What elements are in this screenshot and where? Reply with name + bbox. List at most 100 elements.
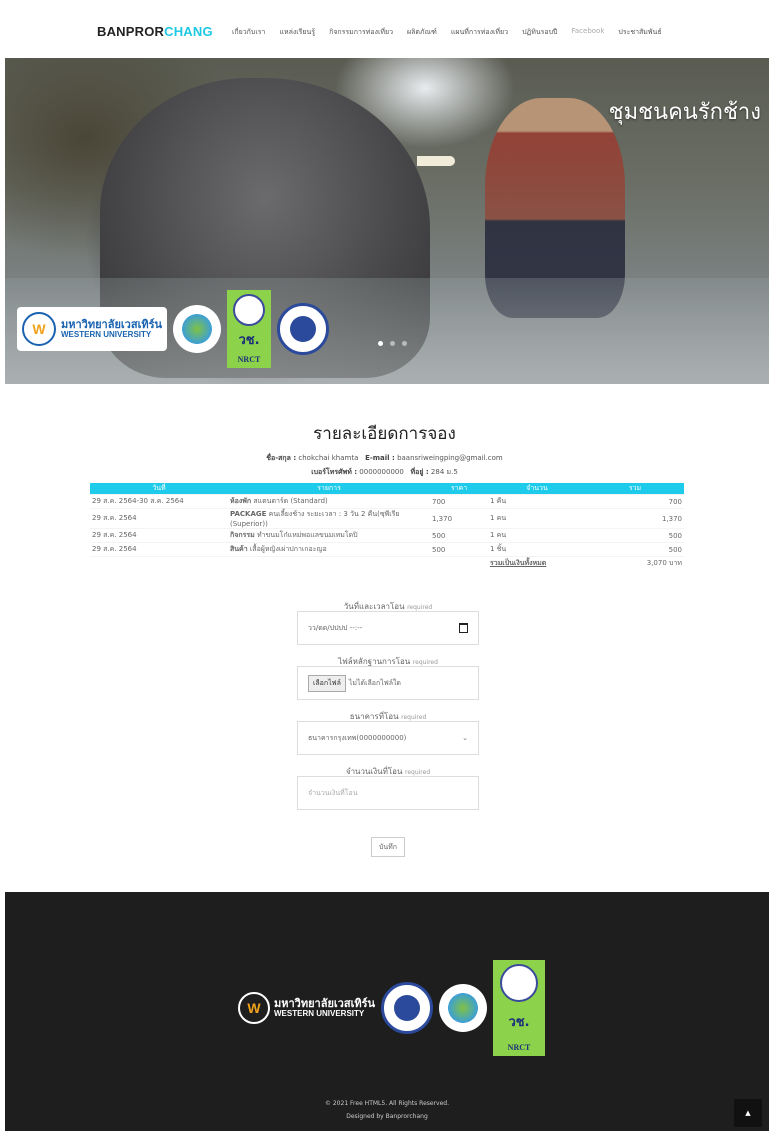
table-row: 29 ส.ค. 2564 กิจกรรม ทำขนมโก๋แหม่พอแลขนม…	[90, 528, 684, 543]
row-item-desc: สแตนดาร์ด (Standard)	[253, 497, 328, 505]
carousel-dot-3[interactable]	[402, 341, 407, 346]
nav-item-products[interactable]: ผลิตภัณฑ์	[407, 27, 437, 38]
brand-text-dark: BANPROR	[97, 24, 165, 39]
western-university-english-name: WESTERN UNIVERSITY	[61, 329, 152, 339]
row-item-desc: เสื้อผู้หญิงเผ่าปกาเกอะญอ	[249, 545, 327, 553]
nav-item-about[interactable]: เกี่ยวกับเรา	[232, 27, 265, 38]
row-date: 29 ส.ค. 2564	[90, 542, 228, 557]
datetime-label: วันที่และเวลาโอน required	[343, 602, 433, 611]
nav-item-calendar[interactable]: ปฏิทินรอบปี	[522, 27, 557, 38]
row-price: 500	[430, 542, 488, 557]
customer-phone: 0000000000	[359, 468, 404, 476]
carousel-indicators	[378, 341, 407, 346]
required-note: required	[404, 769, 431, 776]
booking-table-header: วันที่ รายการ ราคา จำนวน รวม	[90, 483, 684, 495]
column-date: วันที่	[90, 483, 228, 495]
western-university-thai-name: มหาวิทยาลัยเวสเทิร์น	[61, 318, 163, 332]
customer-email: baansriweingping@gmail.com	[397, 454, 503, 462]
college-seal-icon	[290, 316, 316, 342]
amount-label: จำนวนเงินที่โอน required	[345, 767, 431, 776]
column-item: รายการ	[228, 483, 430, 495]
name-label: ชื่อ-สกุล :	[266, 454, 297, 462]
nrct-english-abbr: NRCT	[507, 1043, 531, 1052]
footer-partner-logos: W มหาวิทยาลัยเวสเทิร์น WESTERN UNIVERSIT…	[238, 960, 546, 1056]
community-emblem-icon	[444, 989, 483, 1027]
row-item: ห้องพัก สแตนดาร์ด (Standard)	[228, 494, 430, 509]
nav-item-activities[interactable]: กิจกรรมการท่องเที่ยว	[329, 27, 393, 38]
address-label: ที่อยู่ :	[410, 468, 429, 476]
customer-name: chokchai khamta	[298, 454, 359, 462]
table-row: 29 ส.ค. 2564-30 ส.ค. 2564 ห้องพัก สแตนดา…	[90, 494, 684, 509]
row-item-type: ห้องพัก	[230, 497, 252, 505]
nrct-thai-abbr: วช.	[508, 1015, 530, 1030]
hero-banner: ชุมชนคนรักช้าง W มหาวิทยาลัยเวสเทิร์น WE…	[5, 58, 769, 384]
copyright-text: © 2021 Free HTML5. All Rights Reserved.	[324, 1100, 450, 1107]
western-university-english-name: WESTERN UNIVERSITY	[274, 1008, 365, 1018]
hero-title: ชุมชนคนรักช้าง	[608, 100, 761, 125]
nav-item-learning[interactable]: แหล่งเรียนรู้	[279, 27, 315, 38]
nav-item-facebook[interactable]: Facebook	[571, 27, 604, 38]
column-qty: จำนวน	[488, 483, 586, 495]
nav-menu: เกี่ยวกับเรา แหล่งเรียนรู้ กิจกรรมการท่อ…	[232, 27, 662, 38]
nav-item-news[interactable]: ประชาสัมพันธ์	[618, 27, 661, 38]
row-date: 29 ส.ค. 2564-30 ส.ค. 2564	[90, 494, 228, 509]
brand-logo[interactable]: BANPRORCHANG	[97, 24, 213, 39]
partner-logos: W มหาวิทยาลัยเวสเทิร์น WESTERN UNIVERSIT…	[17, 290, 329, 368]
row-qty: 1 คน	[488, 528, 586, 543]
row-qty: 1 คืน	[488, 494, 586, 509]
booking-table: วันที่ รายการ ราคา จำนวน รวม 29 ส.ค. 256…	[90, 483, 684, 570]
row-date: 29 ส.ค. 2564	[90, 528, 228, 543]
western-university-thai-name: มหาวิทยาลัยเวสเทิร์น	[274, 997, 376, 1011]
chevron-down-icon: ⌄	[462, 734, 468, 742]
choose-file-button[interactable]: เลือกไฟล์	[308, 674, 346, 692]
row-total: 700	[586, 494, 684, 509]
amount-input[interactable]: จำนวนเงินที่โอน	[297, 776, 479, 810]
carousel-dot-1[interactable]	[378, 341, 383, 346]
required-note: required	[401, 714, 427, 721]
nrct-seal-icon	[500, 964, 539, 1002]
nrct-seal-icon	[233, 294, 265, 326]
footer-community-logo	[439, 984, 488, 1032]
row-item-type: สินค้า	[230, 545, 248, 553]
customer-address: 284 ม.5	[430, 468, 458, 476]
community-logo	[173, 305, 221, 353]
row-price: 700	[430, 494, 488, 509]
column-total: รวม	[586, 483, 684, 495]
grand-total-value: 3,070 บาท	[586, 556, 684, 570]
nrct-thai-abbr: วช.	[238, 333, 260, 348]
row-item-desc: ทำขนมโก๋แหม่พอแลขนมเทมโดปิ	[256, 531, 358, 539]
college-seal-logo	[277, 303, 329, 355]
nrct-english-abbr: NRCT	[237, 355, 261, 364]
row-date: 29 ส.ค. 2564	[90, 508, 228, 529]
bank-selected-value: ธนาคารกรุงเทพ(0000000000)	[308, 733, 407, 742]
row-total: 500	[586, 528, 684, 543]
western-university-mark-icon: W	[238, 992, 270, 1024]
bank-select[interactable]: ธนาคารกรุงเทพ(0000000000) ⌄	[297, 721, 479, 755]
carousel-dot-2[interactable]	[390, 341, 395, 346]
required-note: required	[412, 659, 438, 666]
nav-item-map[interactable]: แผนที่การท่องเที่ยว	[451, 27, 508, 38]
bank-label: ธนาคารที่โอน required	[349, 712, 427, 721]
row-price: 500	[430, 528, 488, 543]
western-university-mark-icon: W	[22, 312, 56, 346]
footer-college-seal-logo	[381, 982, 434, 1034]
transfer-datetime-input[interactable]: วว/ดด/ปปปป --:--	[297, 611, 479, 645]
calendar-icon[interactable]	[459, 623, 468, 633]
amount-placeholder: จำนวนเงินที่โอน	[308, 788, 358, 797]
column-price: ราคา	[430, 483, 488, 495]
row-qty: 1 คน	[488, 508, 586, 529]
western-university-logo: W มหาวิทยาลัยเวสเทิร์น WESTERN UNIVERSIT…	[17, 307, 167, 351]
grand-total-label: รวมเป็นเงินทั้งหมด	[490, 559, 547, 567]
slip-file-input[interactable]: เลือกไฟล์ ไม่ได้เลือกไฟล์ใด	[297, 666, 479, 700]
row-price: 1,370	[430, 508, 488, 529]
back-to-top-button[interactable]: ▲	[734, 1099, 762, 1127]
college-seal-icon	[394, 995, 421, 1021]
footer-nrct-logo: วช. NRCT	[493, 960, 546, 1056]
nrct-logo: วช. NRCT	[227, 290, 271, 368]
arrow-up-icon: ▲	[745, 1109, 751, 1117]
brand-text-accent: CHANG	[164, 24, 213, 39]
save-button[interactable]: บันทึก	[371, 837, 405, 857]
phone-label: เบอร์โทรศัพท์ :	[311, 468, 358, 476]
customer-info-line-2: เบอร์โทรศัพท์ : 0000000000 ที่อยู่ : 284…	[0, 467, 769, 478]
navbar: BANPRORCHANG เกี่ยวกับเรา แหล่งเรียนรู้ …	[0, 0, 769, 58]
